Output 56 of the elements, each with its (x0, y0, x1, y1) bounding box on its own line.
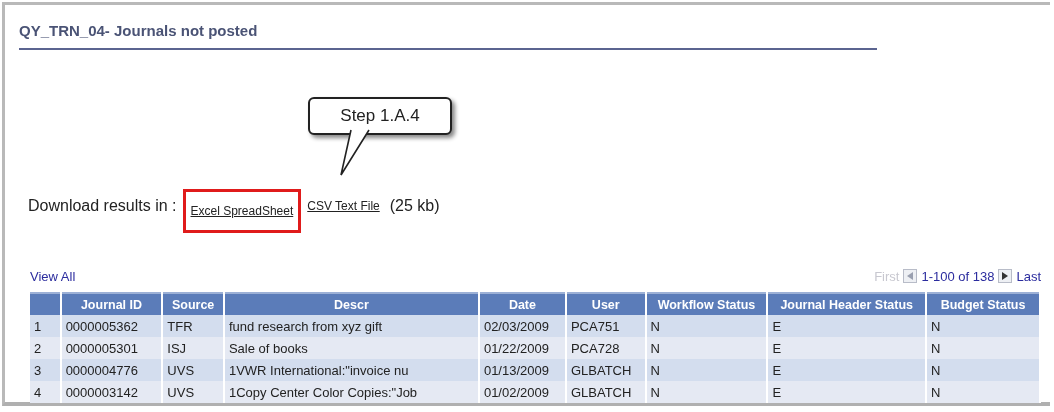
table-cell: PCA728 (565, 337, 646, 359)
file-size: (25 kb) (389, 197, 440, 215)
next-button[interactable] (998, 269, 1013, 283)
view-all-link[interactable]: View All (30, 268, 76, 284)
table-cell: 01/02/2009 (478, 381, 566, 403)
left-triangle-icon (907, 272, 914, 280)
table-cell: GLBATCH (565, 359, 646, 381)
column-header: Date (478, 293, 566, 315)
table-cell: GLBATCH (565, 381, 646, 403)
column-header: Source (162, 293, 224, 315)
table-cell: N (645, 381, 768, 403)
row-number: 2 (30, 337, 61, 359)
table-cell: 0000004776 (60, 359, 163, 381)
table-cell: TFR (162, 315, 224, 337)
column-header: User (565, 293, 646, 315)
table-cell: 0000005362 (60, 315, 163, 337)
table-cell: N (926, 359, 1040, 381)
table-cell: E (767, 381, 927, 403)
table-cell: E (767, 337, 927, 359)
table-cell: 0000005301 (60, 337, 163, 359)
table-cell: N (926, 315, 1040, 337)
table-cell: 01/22/2009 (478, 337, 566, 359)
column-header: Descr (223, 293, 479, 315)
table-cell: fund research from xyz gift (223, 315, 479, 337)
table-cell: N (645, 315, 768, 337)
right-triangle-icon (1002, 272, 1009, 280)
table-cell: N (926, 337, 1040, 359)
table-cell: E (767, 315, 927, 337)
row-number: 4 (30, 381, 61, 403)
row-number: 3 (30, 359, 61, 381)
table-cell: E (767, 359, 927, 381)
table-cell: N (926, 381, 1040, 403)
column-header: Journal ID (60, 293, 163, 315)
table-cell: UVS (162, 359, 224, 381)
table-cell: PCA751 (565, 315, 646, 337)
table-cell: 02/03/2009 (478, 315, 566, 337)
page-range: 1-100 of 138 (921, 268, 995, 284)
table-cell: N (645, 359, 768, 381)
table-cell: UVS (162, 381, 224, 403)
table-cell: 1Copy Center Color Copies:"Job (223, 381, 479, 403)
download-label: Download results in : (28, 197, 177, 215)
table-cell: 1VWR International:"invoice nu (223, 359, 479, 381)
table-cell: N (645, 337, 768, 359)
column-header: Budget Status (926, 293, 1040, 315)
download-link[interactable]: Excel SpreadSheet (190, 204, 294, 218)
table-cell: Sale of books (223, 337, 479, 359)
table-cell: ISJ (162, 337, 224, 359)
column-header: Workflow Status (645, 293, 768, 315)
last-link[interactable]: Last (1016, 268, 1041, 284)
table-cell: 0000003142 (60, 381, 163, 403)
table-cell: 01/13/2009 (478, 359, 566, 381)
page-title: QY_TRN_04- Journals not posted (19, 5, 877, 50)
row-number: 1 (30, 315, 61, 337)
column-header: Journal Header Status (767, 293, 927, 315)
previous-button[interactable] (903, 269, 918, 283)
download-link[interactable]: CSV Text File (307, 199, 380, 213)
